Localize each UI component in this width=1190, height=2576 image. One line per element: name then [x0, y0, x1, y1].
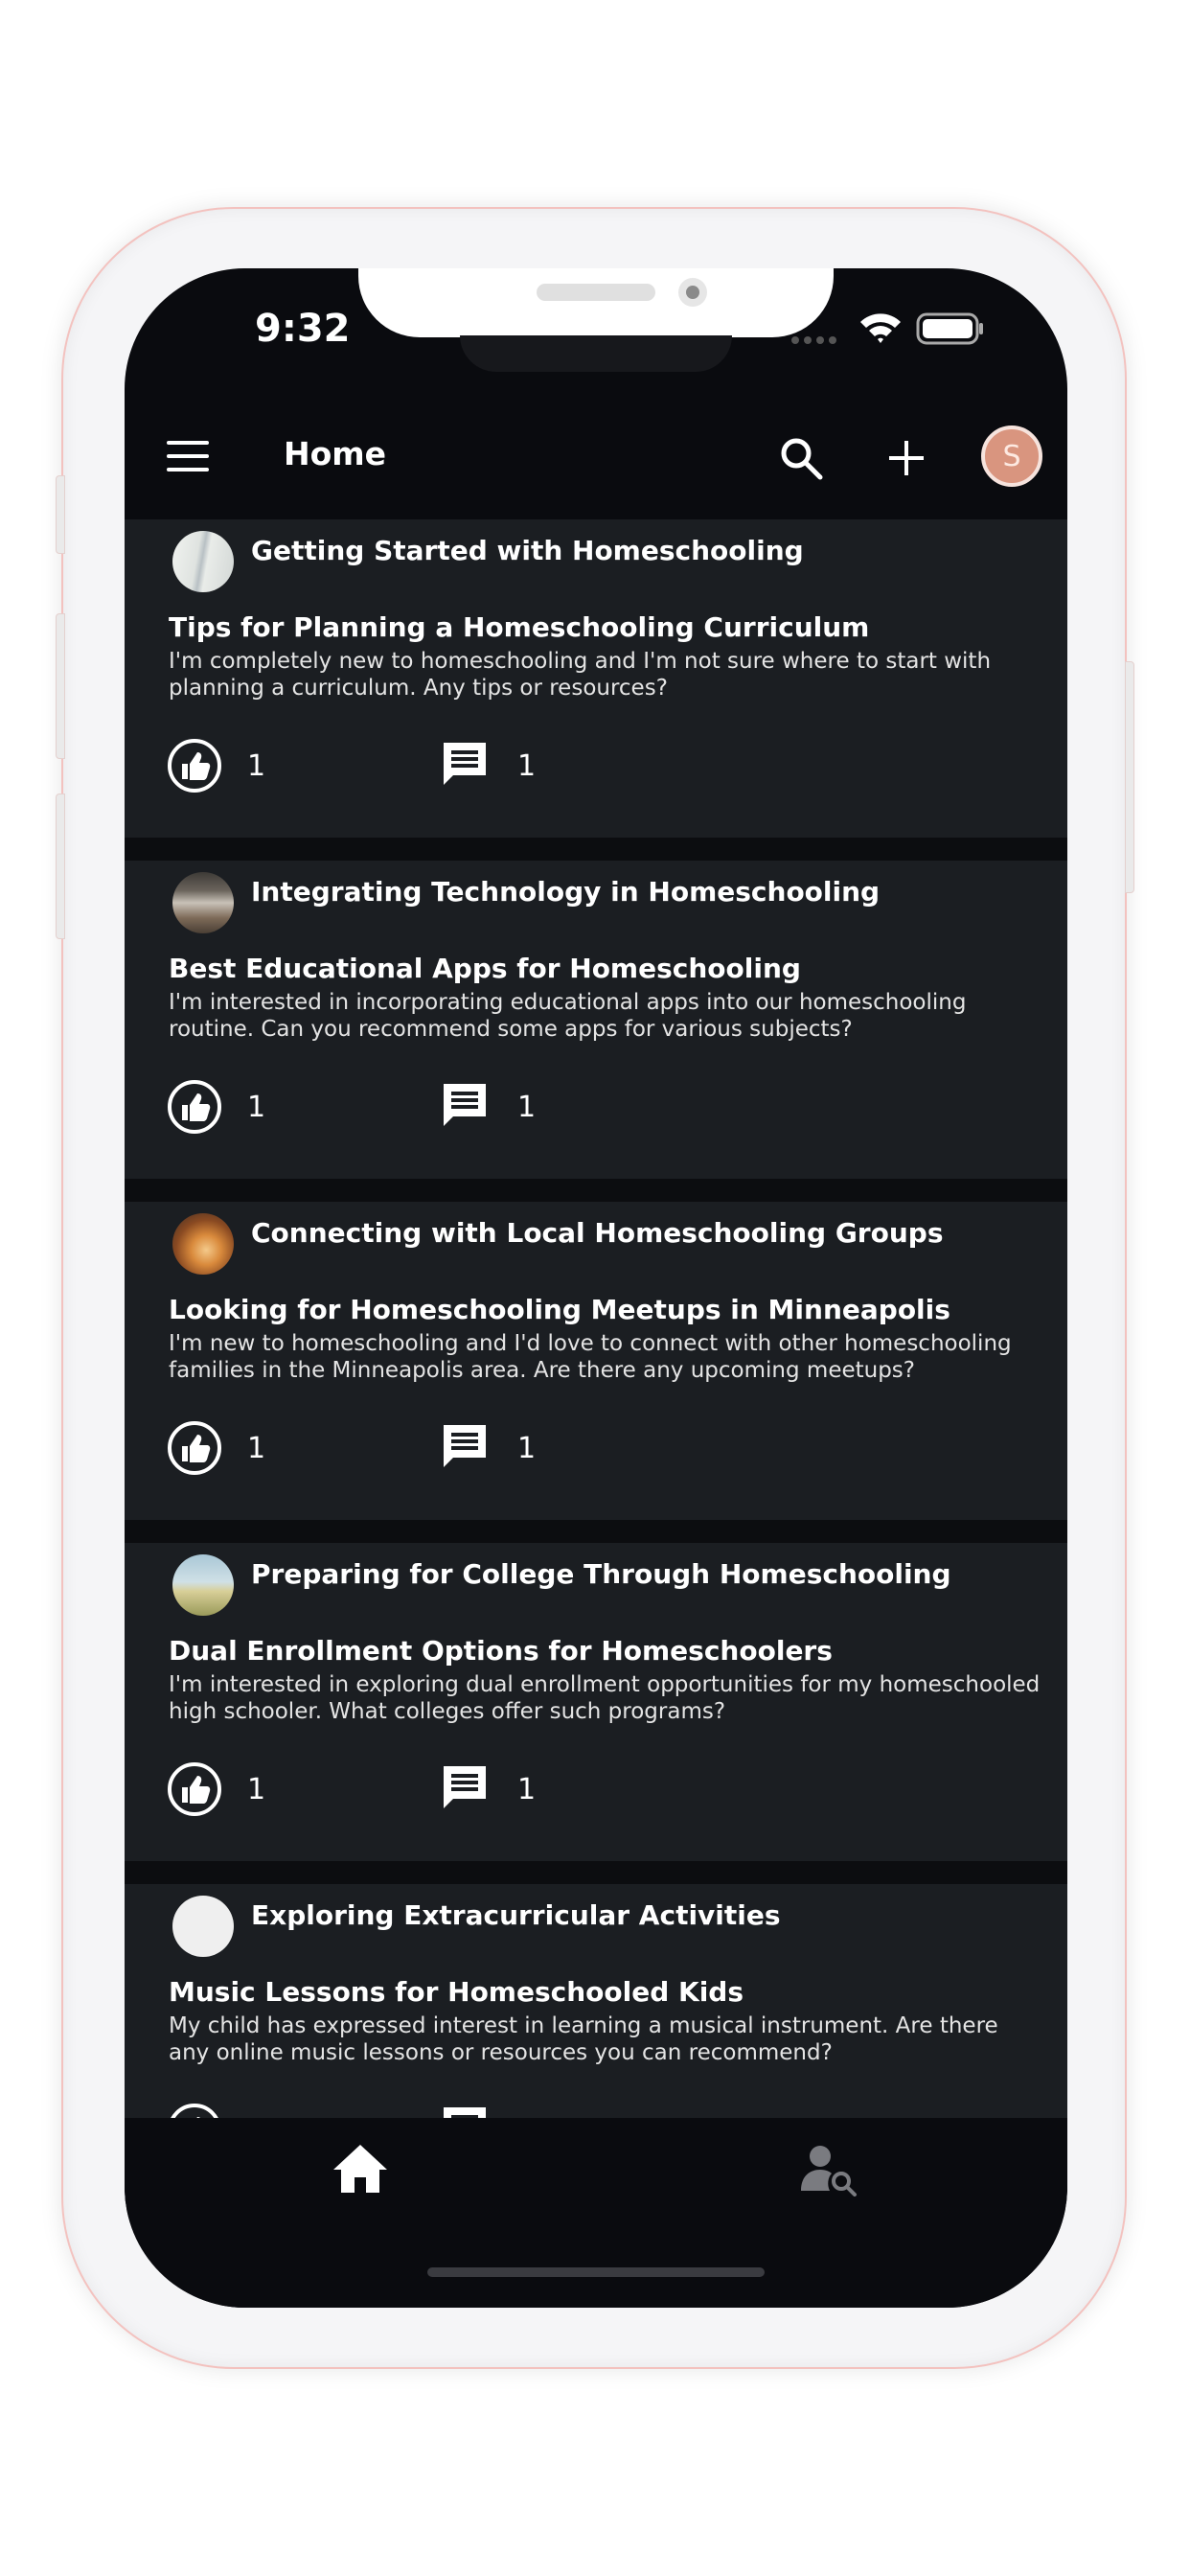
topic-avatar [172, 1896, 234, 1957]
post-card[interactable]: Integrating Technology in Homeschooling … [125, 861, 1067, 1179]
signal-icon [791, 330, 849, 344]
comment-icon[interactable] [441, 1763, 489, 1813]
comment-icon[interactable] [441, 740, 489, 790]
post-topic[interactable]: Connecting with Local Homeschooling Grou… [251, 1217, 944, 1249]
battery-icon [916, 312, 983, 345]
plus-icon[interactable] [885, 437, 927, 479]
post-card[interactable]: Getting Started with Homeschooling Tips … [125, 519, 1067, 838]
topic-avatar [172, 531, 234, 592]
like-count: 1 [247, 1091, 266, 1124]
search-icon[interactable] [778, 435, 824, 481]
post-body: I'm new to homeschooling and I'd love to… [169, 1331, 1012, 1383]
topic-avatar [172, 1213, 234, 1275]
comment-icon[interactable] [441, 1081, 489, 1131]
page-title: Home [284, 435, 387, 472]
post-title[interactable]: Music Lessons for Homeschooled Kids [169, 1976, 744, 2008]
home-icon[interactable] [332, 2143, 389, 2195]
post-title[interactable]: Best Educational Apps for Homeschooling [169, 953, 801, 984]
speaker [537, 284, 655, 301]
post-title[interactable]: Dual Enrollment Options for Homeschooler… [169, 1635, 833, 1667]
topic-avatar [172, 872, 234, 933]
like-count: 1 [247, 1432, 266, 1465]
find-user-icon[interactable] [799, 2143, 858, 2196]
comment-count: 1 [517, 749, 537, 783]
status-time: 9:32 [255, 307, 351, 351]
like-count: 1 [247, 749, 266, 783]
post-card[interactable]: Preparing for College Through Homeschool… [125, 1543, 1067, 1861]
profile-avatar[interactable]: S [981, 426, 1042, 487]
phone-side-button [56, 475, 65, 554]
topic-avatar [172, 1554, 234, 1616]
post-feed[interactable]: Getting Started with Homeschooling Tips … [125, 519, 1067, 2118]
menu-icon[interactable] [167, 441, 209, 475]
comment-icon[interactable] [441, 1422, 489, 1472]
comment-count: 1 [517, 1091, 537, 1124]
like-icon[interactable] [167, 2103, 222, 2118]
post-topic[interactable]: Integrating Technology in Homeschooling [251, 876, 880, 908]
post-body: My child has expressed interest in learn… [169, 2013, 998, 2065]
phone-side-button [1125, 661, 1134, 893]
notch-shadow [460, 335, 732, 372]
wifi-icon [860, 313, 901, 343]
post-topic[interactable]: Preparing for College Through Homeschool… [251, 1558, 951, 1590]
comment-icon[interactable] [441, 2104, 489, 2118]
phone-side-button [56, 613, 65, 759]
post-body: I'm completely new to homeschooling and … [169, 649, 992, 701]
post-topic[interactable]: Exploring Extracurricular Activities [251, 1899, 781, 1931]
post-topic[interactable]: Getting Started with Homeschooling [251, 535, 804, 566]
like-icon[interactable] [167, 738, 222, 794]
post-card[interactable]: Exploring Extracurricular Activities Mus… [125, 1884, 1067, 2118]
comment-count: 1 [517, 1432, 537, 1465]
bottom-nav [125, 2118, 1067, 2308]
home-indicator [427, 2267, 765, 2277]
post-card[interactable]: Connecting with Local Homeschooling Grou… [125, 1202, 1067, 1520]
post-title[interactable]: Looking for Homeschooling Meetups in Min… [169, 1294, 950, 1325]
comment-count: 1 [517, 1773, 537, 1806]
like-icon[interactable] [167, 1079, 222, 1135]
post-body: I'm interested in exploring dual enrollm… [169, 1672, 1041, 1724]
like-icon[interactable] [167, 1761, 222, 1817]
like-icon[interactable] [167, 1420, 222, 1476]
like-count: 1 [247, 1773, 266, 1806]
post-body: I'm interested in incorporating educatio… [169, 990, 967, 1042]
notch [358, 268, 834, 337]
phone-side-button [56, 794, 65, 939]
front-camera [678, 278, 707, 307]
phone-screen: 9:32 Home S Getting Started with Homesch… [125, 268, 1067, 2308]
app-bar: Home S [125, 399, 1067, 519]
post-title[interactable]: Tips for Planning a Homeschooling Curric… [169, 611, 869, 643]
